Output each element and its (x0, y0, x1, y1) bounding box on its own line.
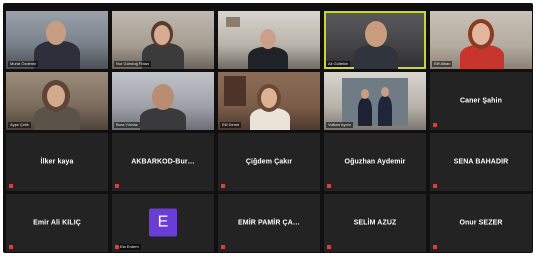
participant-name: Çiğdem Çakır (245, 158, 293, 166)
participant-name: SELİM AZUZ (353, 219, 397, 227)
wall-picture (226, 17, 240, 27)
video-conference-window: Murat Özdemir Nur Gündoğ Fidan Ali Gülte… (3, 3, 533, 253)
participant-tile[interactable]: Ayşe Çelik (6, 72, 108, 130)
participant-tile-camera-off[interactable]: Çiğdem Çakır (218, 133, 320, 191)
muted-mic-icon (221, 245, 225, 249)
participant-figure (378, 96, 392, 126)
muted-mic-icon (115, 245, 119, 249)
participant-figure (248, 47, 288, 69)
participant-tile[interactable]: Murat Özdemir (6, 11, 108, 69)
bookshelf (224, 76, 246, 106)
participant-name-label: Ela Erdem (118, 244, 141, 250)
muted-mic-icon (115, 184, 119, 188)
muted-mic-icon (327, 184, 331, 188)
participant-figure (358, 98, 372, 126)
participant-tile-avatar[interactable]: E Ela Erdem (112, 194, 214, 252)
muted-mic-icon (433, 245, 437, 249)
participant-avatar: E (149, 208, 177, 237)
participant-figure (34, 41, 80, 69)
participant-face (365, 21, 387, 47)
participant-name: SENA BAHADIR (453, 158, 509, 166)
muted-mic-icon (9, 184, 13, 188)
participant-tile-camera-off[interactable]: SENA BAHADIR (430, 133, 532, 191)
participant-tile-camera-off[interactable]: EMİR PAMİR ÇA… (218, 194, 320, 252)
participant-name: Oğuzhan Aydemir (344, 158, 406, 166)
participant-name: Caner Şahin (460, 97, 502, 105)
participant-tile-camera-off[interactable]: AKBARKOD-Bur… (112, 133, 214, 191)
muted-mic-icon (221, 184, 225, 188)
participant-face (381, 87, 389, 97)
participant-face (152, 84, 174, 110)
muted-mic-icon (327, 245, 331, 249)
participant-face (47, 85, 65, 107)
participant-tile-camera-off[interactable]: Oğuzhan Aydemir (324, 133, 426, 191)
participant-tile[interactable]: Elif Alkan (430, 11, 532, 69)
participant-figure (354, 45, 398, 69)
participant-tile-camera-off[interactable]: Caner Şahin (430, 72, 532, 130)
photo-background (342, 78, 408, 126)
participant-name-label: Nur Gündoğ Fidan (114, 61, 151, 67)
participant-tile-camera-off[interactable]: Emir Ali KILIÇ (6, 194, 108, 252)
participant-name: EMİR PAMİR ÇA… (238, 219, 300, 227)
muted-mic-icon (433, 184, 437, 188)
participant-name-label: Elif Alkan (432, 61, 453, 67)
participant-figure (140, 108, 186, 130)
participant-name: Onur SEZER (459, 219, 503, 227)
participant-tile[interactable]: Bora Yılmaz (112, 72, 214, 130)
participant-tile-camera-off[interactable]: Onur SEZER (430, 194, 532, 252)
muted-mic-icon (9, 245, 13, 249)
participant-name: AKBARKOD-Bur… (131, 158, 195, 166)
participant-name-label: Ayşe Çelik (8, 122, 31, 128)
participant-name: Emir Ali KILIÇ (33, 219, 81, 227)
participant-face (472, 23, 490, 45)
participant-name-label: Ali Gültekin (326, 61, 351, 67)
participant-face (261, 88, 277, 108)
participant-tile-active-speaker[interactable]: Ali Gültekin (324, 11, 426, 69)
participant-tile[interactable] (218, 11, 320, 69)
participant-name-label: Bora Yılmaz (114, 122, 140, 128)
participant-tile[interactable]: Elif Demir (218, 72, 320, 130)
participant-name-label: Murat Özdemir (8, 61, 39, 67)
participant-tile-camera-off[interactable]: İlker kaya (6, 133, 108, 191)
participant-name-label: Elif Demir (220, 122, 242, 128)
participant-tile-camera-off[interactable]: SELİM AZUZ (324, 194, 426, 252)
participant-tile[interactable]: Nur Gündoğ Fidan (112, 11, 214, 69)
participant-name-label: Volkan Aydın (326, 122, 354, 128)
participant-grid: Murat Özdemir Nur Gündoğ Fidan Ali Gülte… (6, 11, 532, 252)
participant-name: İlker kaya (40, 158, 74, 166)
muted-mic-icon (433, 123, 437, 127)
participant-face (260, 29, 276, 49)
participant-face (46, 21, 66, 45)
participant-tile[interactable]: Volkan Aydın (324, 72, 426, 130)
participant-face (361, 89, 369, 99)
participant-face (154, 25, 170, 45)
